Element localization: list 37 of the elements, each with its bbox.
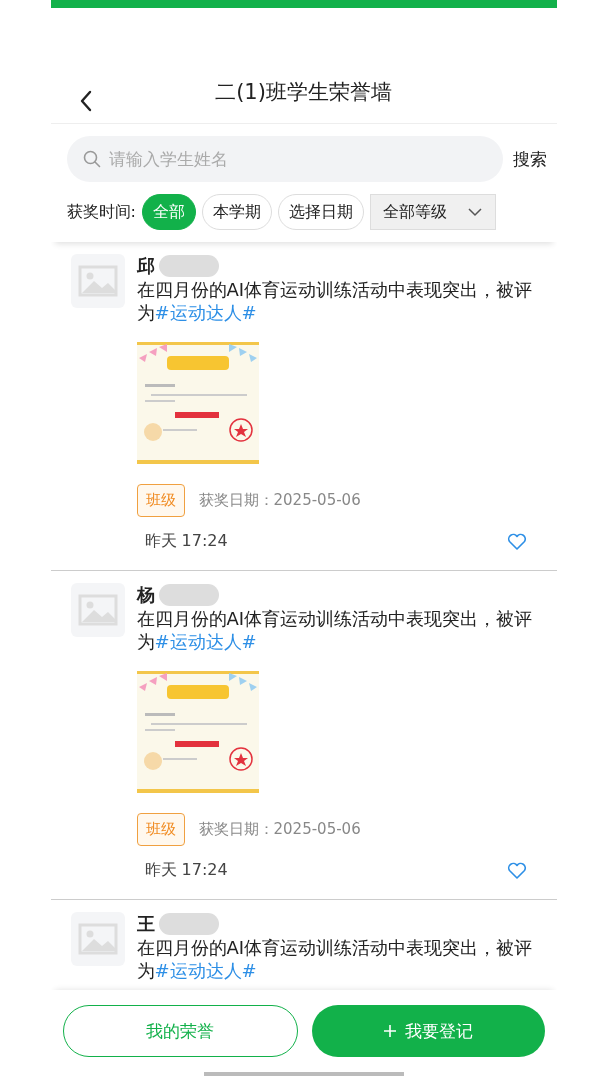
filter-chip[interactable]: 选择日期 xyxy=(277,194,364,230)
award-date: 获奖日期：2025-05-06 xyxy=(198,820,361,839)
search-icon xyxy=(82,150,101,168)
search-button[interactable]: 搜索 xyxy=(512,147,547,171)
award-date: 获奖日期：2025-05-06 xyxy=(198,491,361,510)
award-description: 在四月份的AI体育运动训练活动中表现突出，被评为#运动达人# xyxy=(136,278,534,324)
filter-chip[interactable]: 本学期 xyxy=(201,194,272,230)
level-badge: 班级 xyxy=(136,813,185,846)
heart-icon[interactable] xyxy=(506,532,527,551)
search-field[interactable]: 请输入学生姓名 xyxy=(66,136,503,182)
avatar-placeholder xyxy=(70,912,125,966)
level-dropdown[interactable]: 全部等级 xyxy=(369,194,496,230)
avatar-placeholder xyxy=(70,254,125,308)
hashtag-link[interactable]: #运动达人# xyxy=(154,302,257,323)
register-button[interactable]: 我要登记 xyxy=(311,1005,545,1057)
award-description: 在四月份的AI体育运动训练活动中表现突出，被评为#运动达人# xyxy=(136,936,534,982)
student-name: 杨 xyxy=(136,583,155,607)
avatar-placeholder xyxy=(70,583,125,637)
filter-label: 获奖时间: xyxy=(66,201,136,223)
level-badge: 班级 xyxy=(136,484,185,517)
caret-icon xyxy=(466,207,483,217)
post-time: 昨天 17:24 xyxy=(144,531,228,552)
heart-icon[interactable] xyxy=(506,861,527,880)
student-name: 邱 xyxy=(136,254,155,278)
award-description: 在四月份的AI体育运动训练活动中表现突出，被评为#运动达人# xyxy=(136,607,534,653)
back-icon[interactable] xyxy=(78,90,93,112)
plus-icon xyxy=(383,1024,397,1038)
blur-patch xyxy=(158,255,219,277)
filter-chip[interactable]: 全部 xyxy=(141,194,196,230)
post-time: 昨天 17:24 xyxy=(144,860,228,881)
blur-patch xyxy=(158,913,219,935)
blur-patch xyxy=(158,584,219,606)
student-name: 王 xyxy=(136,912,155,936)
hashtag-link[interactable]: #运动达人# xyxy=(154,960,257,981)
my-honors-button[interactable]: 我的荣誉 xyxy=(62,1005,298,1057)
page-title: 二(1)班学生荣誉墙 xyxy=(215,78,392,106)
hashtag-link[interactable]: #运动达人# xyxy=(154,631,257,652)
